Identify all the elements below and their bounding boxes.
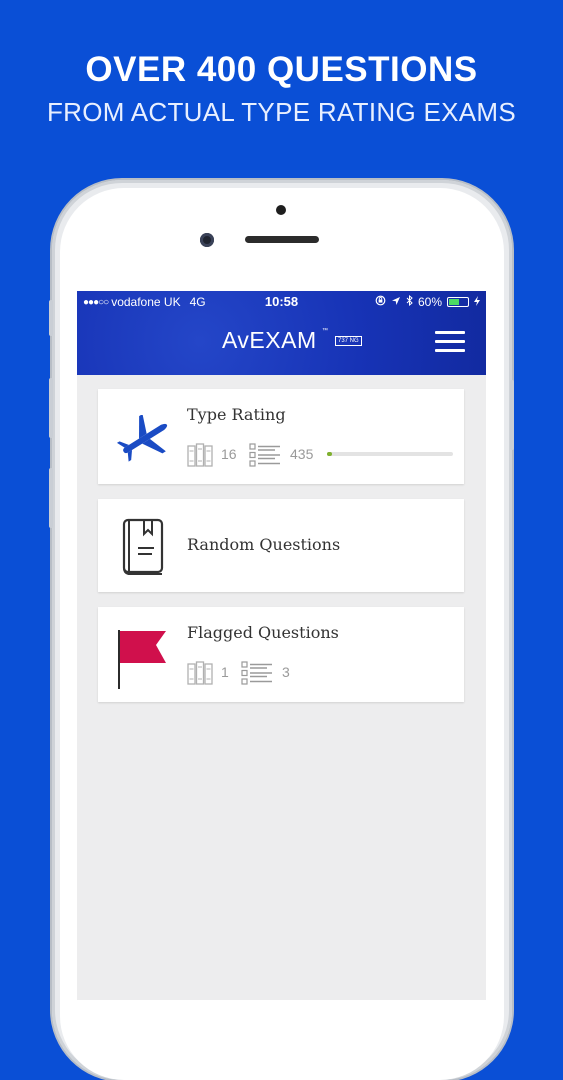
phone-volume-down [49,468,53,528]
promo-headline: OVER 400 QUESTIONS [85,50,478,89]
chapters-count: 16 [221,446,237,462]
battery-percent: 60% [417,295,442,309]
chapters-icon [187,443,213,472]
progress-bar [327,452,453,456]
phone-power-button [510,380,514,450]
earpiece-speaker [245,236,319,243]
app-screen: ●●●○○ vodafone UK 4G 10:58 60% AvEXAM ™ … [77,291,486,1000]
type-rating-title: Type Rating [187,405,286,424]
location-arrow-icon [391,295,401,309]
status-right: 60% [375,294,480,309]
battery-level [449,299,459,305]
promo-subheadline: FROM ACTUAL TYPE RATING EXAMS [46,97,517,127]
random-questions-title: Random Questions [187,535,341,554]
status-bar: ●●●○○ vodafone UK 4G 10:58 60% [77,291,486,313]
questions-list-icon [249,443,281,472]
flag-icon [116,627,170,696]
menu-line [435,331,465,334]
airplane-icon [116,413,172,468]
random-questions-card[interactable]: Random Questions [98,499,464,592]
flagged-chapters-count: 1 [221,664,229,680]
progress-bar-fill [327,452,333,456]
type-rating-card[interactable]: Type Rating 16 435 [98,389,464,484]
questions-list-icon [241,661,273,690]
front-camera [200,233,214,247]
charging-bolt-icon [474,295,480,309]
battery-icon [447,297,469,307]
app-navbar: ●●●○○ vodafone UK 4G 10:58 60% AvEXAM ™ … [77,291,486,375]
menu-line [435,340,465,343]
aircraft-model-tag: 737 NG [335,336,362,346]
questions-count: 435 [290,446,314,462]
menu-line [435,349,465,352]
hamburger-menu-icon[interactable] [435,331,467,353]
proximity-sensor [276,205,286,215]
rotation-lock-icon [375,295,386,309]
phone-volume-up [49,378,53,438]
flagged-questions-card[interactable]: Flagged Questions 1 3 [98,607,464,702]
chapters-icon [187,661,213,690]
bluetooth-icon [406,294,413,309]
phone-silent-switch [49,300,53,336]
flagged-questions-title: Flagged Questions [187,623,339,642]
flagged-questions-count: 3 [282,664,290,680]
app-logo: AvEXAM [222,327,317,353]
book-icon [122,518,164,581]
logo-trademark: ™ [322,328,328,334]
